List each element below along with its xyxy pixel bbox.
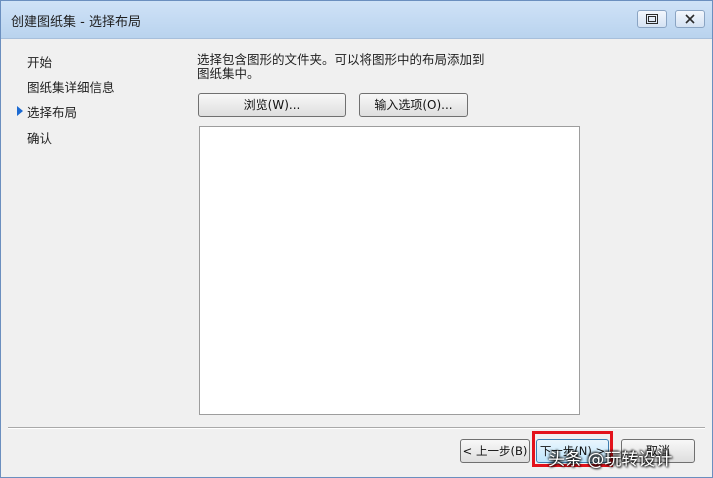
- window-title: 创建图纸集 - 选择布局: [11, 15, 141, 30]
- description-text: 选择包含图形的文件夹。可以将图形中的布局添加到图纸集中。: [197, 52, 485, 81]
- sidebar-item-confirm[interactable]: 确认: [27, 128, 52, 147]
- back-button[interactable]: < 上一步(B): [460, 439, 530, 463]
- import-options-button[interactable]: 输入选项(O)...: [359, 93, 468, 117]
- sidebar-item-sheet-set-details[interactable]: 图纸集详细信息: [27, 77, 115, 96]
- restore-button[interactable]: [637, 10, 667, 28]
- footer-separator: [8, 427, 705, 429]
- browse-button[interactable]: 浏览(W)...: [198, 93, 346, 117]
- watermark-text: 头条 @玩转设计: [548, 450, 673, 470]
- title-bar: 创建图纸集 - 选择布局: [1, 1, 712, 39]
- layouts-list[interactable]: [199, 126, 580, 415]
- sidebar-item-start[interactable]: 开始: [27, 52, 52, 71]
- close-icon: [685, 14, 695, 24]
- sidebar-item-choose-layouts[interactable]: 选择布局: [27, 102, 77, 121]
- restore-icon: [646, 14, 658, 24]
- close-button[interactable]: [675, 10, 705, 28]
- dialog-window: 创建图纸集 - 选择布局 开始 图纸集详细信息 选择布局 确认 选择包含图形的文…: [0, 0, 713, 478]
- current-step-arrow-icon: [17, 106, 23, 116]
